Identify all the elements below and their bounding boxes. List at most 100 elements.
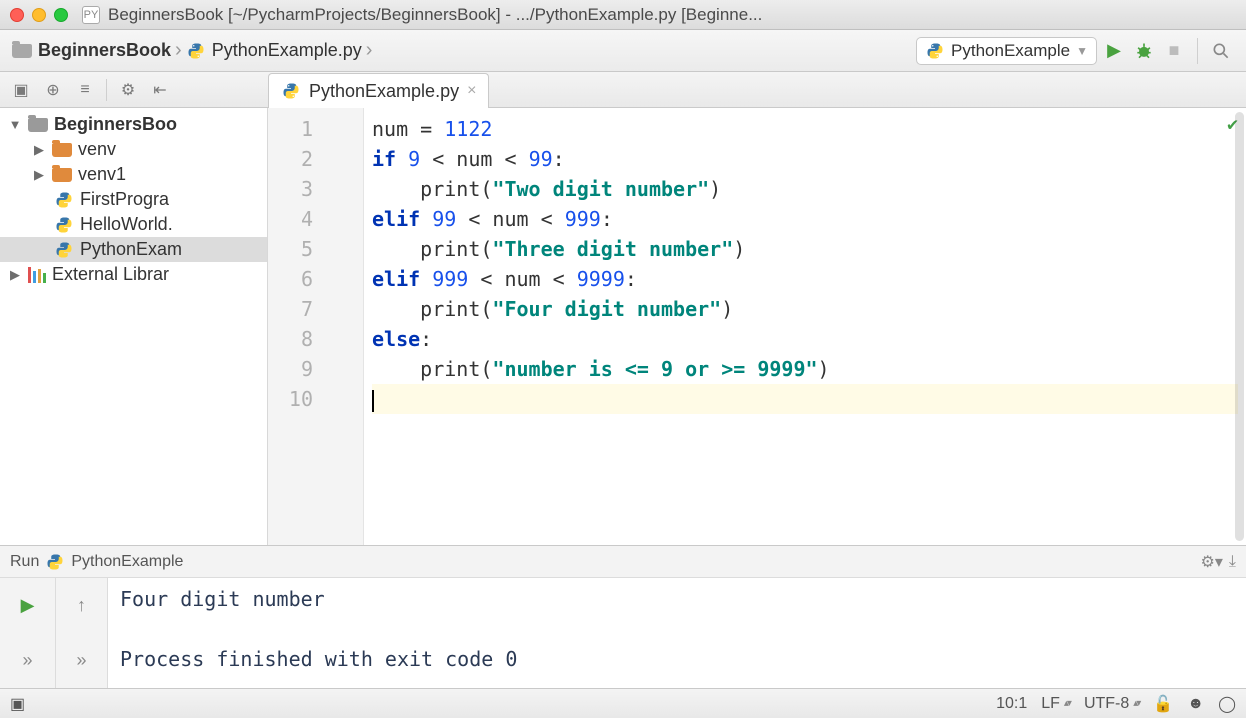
rerun-button[interactable]: ▶ <box>21 595 35 616</box>
tree-root[interactable]: ▼ BeginnersBoo <box>0 112 267 137</box>
breadcrumb-project[interactable]: BeginnersBook <box>12 40 171 61</box>
run-controls: ▶ » <box>0 578 56 688</box>
window-app-icon: PY <box>82 6 100 24</box>
folder-icon <box>52 143 72 157</box>
code-line[interactable]: print("Four digit number") <box>372 294 1238 324</box>
run-configuration-name: PythonExample <box>951 41 1070 61</box>
expand-arrow-icon[interactable]: ▶ <box>32 167 46 183</box>
status-bar: ▣ 10:1 LF▴▾ UTF-8▴▾ 🔓 ☻ ◯ <box>0 688 1246 718</box>
tree-item-label: HelloWorld. <box>80 214 173 235</box>
editor-tab[interactable]: PythonExample.py × <box>268 73 489 108</box>
main-area: ▼ BeginnersBoo ▶ venv ▶ venv1 FirstProgr… <box>0 108 1246 545</box>
tree-item-firstprogram[interactable]: FirstProgra <box>0 187 267 212</box>
close-tab-icon[interactable]: × <box>467 82 476 100</box>
status-quick-access-icon[interactable]: ▣ <box>10 694 25 714</box>
tree-item-label: External Librar <box>52 264 169 285</box>
separator <box>1197 38 1198 64</box>
stop-button[interactable]: ■ <box>1161 38 1187 64</box>
more-run-icon[interactable]: » <box>76 650 86 671</box>
hide-panel-icon[interactable]: ⇤ <box>149 79 171 101</box>
python-file-icon <box>54 190 74 210</box>
separator <box>106 79 107 101</box>
python-file-icon <box>281 81 301 101</box>
code-line[interactable]: elif 99 < num < 999: <box>372 204 1238 234</box>
status-notifications-icon[interactable]: ◯ <box>1218 694 1236 714</box>
show-project-view-icon[interactable]: ▣ <box>10 79 32 101</box>
code-editor[interactable]: 1 2 3 4 5 6 7 8 9 10 num = 1122if 9 < nu… <box>268 108 1246 545</box>
more-run-icon[interactable]: » <box>22 650 32 671</box>
chevron-right-icon: › <box>173 39 184 62</box>
scroll-from-source-icon[interactable]: ⊕ <box>42 79 64 101</box>
python-file-icon <box>186 41 206 61</box>
folder-icon <box>12 44 32 58</box>
tree-item-label: FirstProgra <box>80 189 169 210</box>
breadcrumb-project-label: BeginnersBook <box>38 40 171 61</box>
code-line[interactable]: num = 1122 <box>372 114 1238 144</box>
project-toolbar: ▣ ⊕ ≡ ⚙ ⇤ PythonExample.py × <box>0 72 1246 108</box>
window-titlebar: PY BeginnersBook [~/PycharmProjects/Begi… <box>0 0 1246 30</box>
expand-arrow-icon[interactable]: ▶ <box>8 267 22 283</box>
code-line[interactable]: print("number is <= 9 or >= 9999") <box>372 354 1238 384</box>
status-inspector-icon[interactable]: ☻ <box>1187 695 1204 713</box>
breadcrumb-file[interactable]: PythonExample.py <box>186 40 362 61</box>
code-line[interactable]: if 9 < num < 99: <box>372 144 1238 174</box>
debug-button[interactable] <box>1131 38 1157 64</box>
run-controls-secondary: ↑ » <box>56 578 108 688</box>
project-tool-buttons: ▣ ⊕ ≡ ⚙ ⇤ <box>0 79 268 101</box>
expand-arrow-icon[interactable]: ▼ <box>8 117 22 132</box>
tree-item-label: venv1 <box>78 164 126 185</box>
code-line[interactable]: print("Two digit number") <box>372 174 1238 204</box>
code-line[interactable]: else: <box>372 324 1238 354</box>
expand-arrow-icon[interactable]: ▶ <box>32 142 46 158</box>
tree-item-venv[interactable]: ▶ venv <box>0 137 267 162</box>
chevron-down-icon: ▼ <box>1076 44 1088 58</box>
run-button[interactable]: ▶ <box>1101 38 1127 64</box>
python-file-icon <box>54 240 74 260</box>
window-title: BeginnersBook [~/PycharmProjects/Beginne… <box>108 5 762 25</box>
tree-external-libraries[interactable]: ▶ External Librar <box>0 262 267 287</box>
scroll-to-top-icon[interactable]: ↑ <box>77 595 86 616</box>
folder-icon <box>52 168 72 182</box>
vertical-scrollbar[interactable] <box>1235 112 1244 541</box>
code-line-current[interactable] <box>372 384 1238 414</box>
editor-tab-label: PythonExample.py <box>309 81 459 102</box>
navigation-bar: BeginnersBook › PythonExample.py › Pytho… <box>0 30 1246 72</box>
run-tool-window: Run PythonExample ⚙▾ ⤓ ▶ » ↑ » Four digi… <box>0 545 1246 688</box>
run-config-name: PythonExample <box>71 553 183 571</box>
tree-item-helloworld[interactable]: HelloWorld. <box>0 212 267 237</box>
tree-root-label: BeginnersBoo <box>54 114 177 135</box>
status-line-separator[interactable]: LF▴▾ <box>1041 695 1070 713</box>
breadcrumb: BeginnersBook › PythonExample.py › <box>12 39 912 62</box>
run-settings-gear-icon[interactable]: ⚙▾ <box>1201 552 1223 572</box>
code-line[interactable]: print("Three digit number") <box>372 234 1238 264</box>
code-line[interactable]: elif 999 < num < 9999: <box>372 264 1238 294</box>
status-encoding[interactable]: UTF-8▴▾ <box>1084 695 1139 713</box>
project-tree[interactable]: ▼ BeginnersBoo ▶ venv ▶ venv1 FirstProgr… <box>0 108 268 545</box>
traffic-lights <box>10 8 68 22</box>
search-everywhere-button[interactable] <box>1208 38 1234 64</box>
breadcrumb-file-label: PythonExample.py <box>212 40 362 61</box>
run-header: Run PythonExample ⚙▾ ⤓ <box>0 546 1246 578</box>
run-export-icon[interactable]: ⤓ <box>1229 553 1236 571</box>
code-area[interactable]: num = 1122if 9 < num < 99: print("Two di… <box>364 108 1246 545</box>
run-title: Run <box>10 553 39 571</box>
collapse-all-icon[interactable]: ≡ <box>74 79 96 101</box>
close-window-button[interactable] <box>10 8 24 22</box>
status-caret-position[interactable]: 10:1 <box>996 695 1027 713</box>
status-readonly-lock-icon[interactable]: 🔓 <box>1153 694 1173 714</box>
line-number-gutter[interactable]: 1 2 3 4 5 6 7 8 9 10 <box>268 108 364 545</box>
tree-item-label: venv <box>78 139 116 160</box>
folder-icon <box>28 118 48 132</box>
tree-item-venv1[interactable]: ▶ venv1 <box>0 162 267 187</box>
python-file-icon <box>925 41 945 61</box>
library-icon <box>28 267 46 283</box>
run-body: ▶ » ↑ » Four digit number Process finish… <box>0 578 1246 688</box>
minimize-window-button[interactable] <box>32 8 46 22</box>
python-file-icon <box>54 215 74 235</box>
zoom-window-button[interactable] <box>54 8 68 22</box>
run-console-output[interactable]: Four digit number Process finished with … <box>108 578 1246 688</box>
settings-gear-icon[interactable]: ⚙ <box>117 79 139 101</box>
run-configuration-selector[interactable]: PythonExample ▼ <box>916 37 1097 65</box>
tree-item-pythonexample[interactable]: PythonExam <box>0 237 267 262</box>
tree-item-label: PythonExam <box>80 239 182 260</box>
